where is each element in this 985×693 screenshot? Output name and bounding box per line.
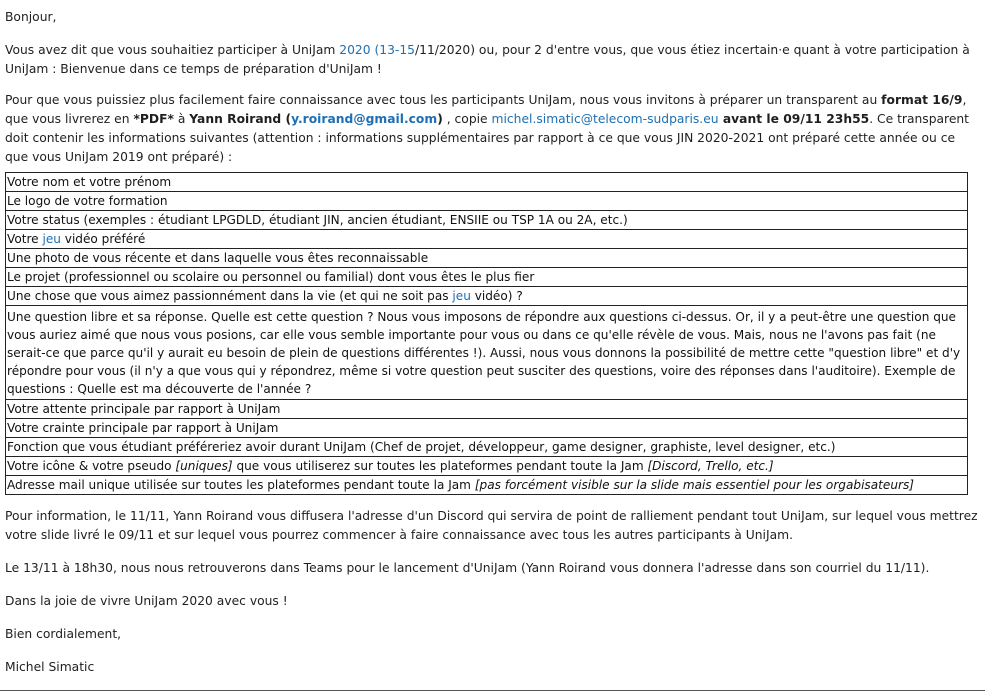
instructions-paragraph: Pour que vous puissiez plus facilement f… (5, 91, 981, 167)
bottom-divider (0, 690, 985, 691)
table-row: Votre nom et votre prénom (5, 172, 968, 192)
intro-text: Vous avez dit que vous souhaitiez partic… (5, 43, 340, 57)
closing-paragraph: Dans la joie de vivre UniJam 2020 avec v… (5, 594, 288, 608)
cell-text: vidéo) ? (470, 289, 523, 303)
cell-italic-text: [Discord, Trello, etc.] (647, 459, 774, 473)
table-cell: Votre icône & votre pseudo [uniques] que… (5, 456, 968, 476)
table-cell: Fonction que vous étudiant préféreriez a… (5, 437, 968, 457)
table-cell: Votre crainte principale par rapport à U… (5, 418, 968, 438)
table-cell: Votre nom et votre prénom (5, 172, 968, 192)
recipient-name: Yann Roirand ( (189, 112, 292, 126)
table-row: Une chose que vous aimez passionnément d… (5, 286, 968, 306)
table-cell: Une photo de vous récente et dans laquel… (5, 248, 968, 268)
instructions-text: à (173, 112, 190, 126)
cell-text: Votre icône & votre pseudo (7, 459, 176, 473)
cell-text: Votre (7, 232, 43, 246)
table-cell: Le logo de votre formation (5, 191, 968, 211)
date-link[interactable]: 2020 (13-15 (339, 43, 415, 57)
jeu-link[interactable]: jeu (42, 232, 60, 246)
signature: Michel Simatic (5, 660, 95, 674)
table-row: Votre icône & votre pseudo [uniques] que… (5, 456, 968, 476)
instructions-text: , copie (442, 112, 492, 126)
jeu-link[interactable]: jeu (452, 289, 470, 303)
cell-italic-text: [pas forcément visible sur la slide mais… (474, 478, 914, 492)
table-row: Le projet (professionnel ou scolaire ou … (5, 267, 968, 287)
table-cell: Une question libre et sa réponse. Quelle… (5, 305, 968, 400)
table-row: Votre attente principale par rapport à U… (5, 399, 968, 419)
table-row: Le logo de votre formation (5, 191, 968, 211)
table-row: Votre crainte principale par rapport à U… (5, 418, 968, 438)
cell-text: que vous utiliserez sur toutes les plate… (232, 459, 648, 473)
pdf-label: *PDF* (133, 112, 174, 126)
format-label: format 16/9 (881, 93, 963, 107)
table-row: Fonction que vous étudiant préféreriez a… (5, 437, 968, 457)
greeting: Bonjour, (5, 10, 57, 24)
requirements-table: Votre nom et votre prénom Le logo de vot… (5, 172, 968, 495)
cell-text: Adresse mail unique utilisée sur toutes … (7, 478, 475, 492)
table-row: Votre status (exemples : étudiant LPGDLD… (5, 210, 968, 230)
table-row: Adresse mail unique utilisée sur toutes … (5, 475, 968, 495)
discord-paragraph: Pour information, le 11/11, Yann Roirand… (5, 509, 978, 542)
table-cell: Votre jeu vidéo préféré (5, 229, 968, 249)
cell-text: vidéo préféré (60, 232, 146, 246)
intro-paragraph: Vous avez dit que vous souhaitiez partic… (5, 41, 981, 79)
table-cell: Votre attente principale par rapport à U… (5, 399, 968, 419)
copy-email-link[interactable]: michel.simatic@telecom-sudparis.eu (492, 112, 719, 126)
table-row: Votre jeu vidéo préféré (5, 229, 968, 249)
instructions-text: Pour que vous puissiez plus facilement f… (5, 93, 882, 107)
cell-italic-text: [uniques] (175, 459, 233, 473)
table-row: Une photo de vous récente et dans laquel… (5, 248, 968, 268)
table-cell: Le projet (professionnel ou scolaire ou … (5, 267, 968, 287)
sign-off: Bien cordialement, (5, 627, 122, 641)
table-row: Une question libre et sa réponse. Quelle… (5, 305, 968, 400)
table-cell: Une chose que vous aimez passionnément d… (5, 286, 968, 306)
cell-text: Une chose que vous aimez passionnément d… (7, 289, 453, 303)
table-cell: Votre status (exemples : étudiant LPGDLD… (5, 210, 968, 230)
teams-paragraph: Le 13/11 à 18h30, nous nous retrouverons… (5, 561, 930, 575)
recipient-email-link[interactable]: y.roirand@gmail.com (291, 112, 437, 126)
deadline-label: avant le 09/11 23h55 (718, 112, 870, 126)
email-body: Bonjour, Vous avez dit que vous souhaiti… (5, 0, 981, 677)
table-cell: Adresse mail unique utilisée sur toutes … (5, 475, 968, 495)
